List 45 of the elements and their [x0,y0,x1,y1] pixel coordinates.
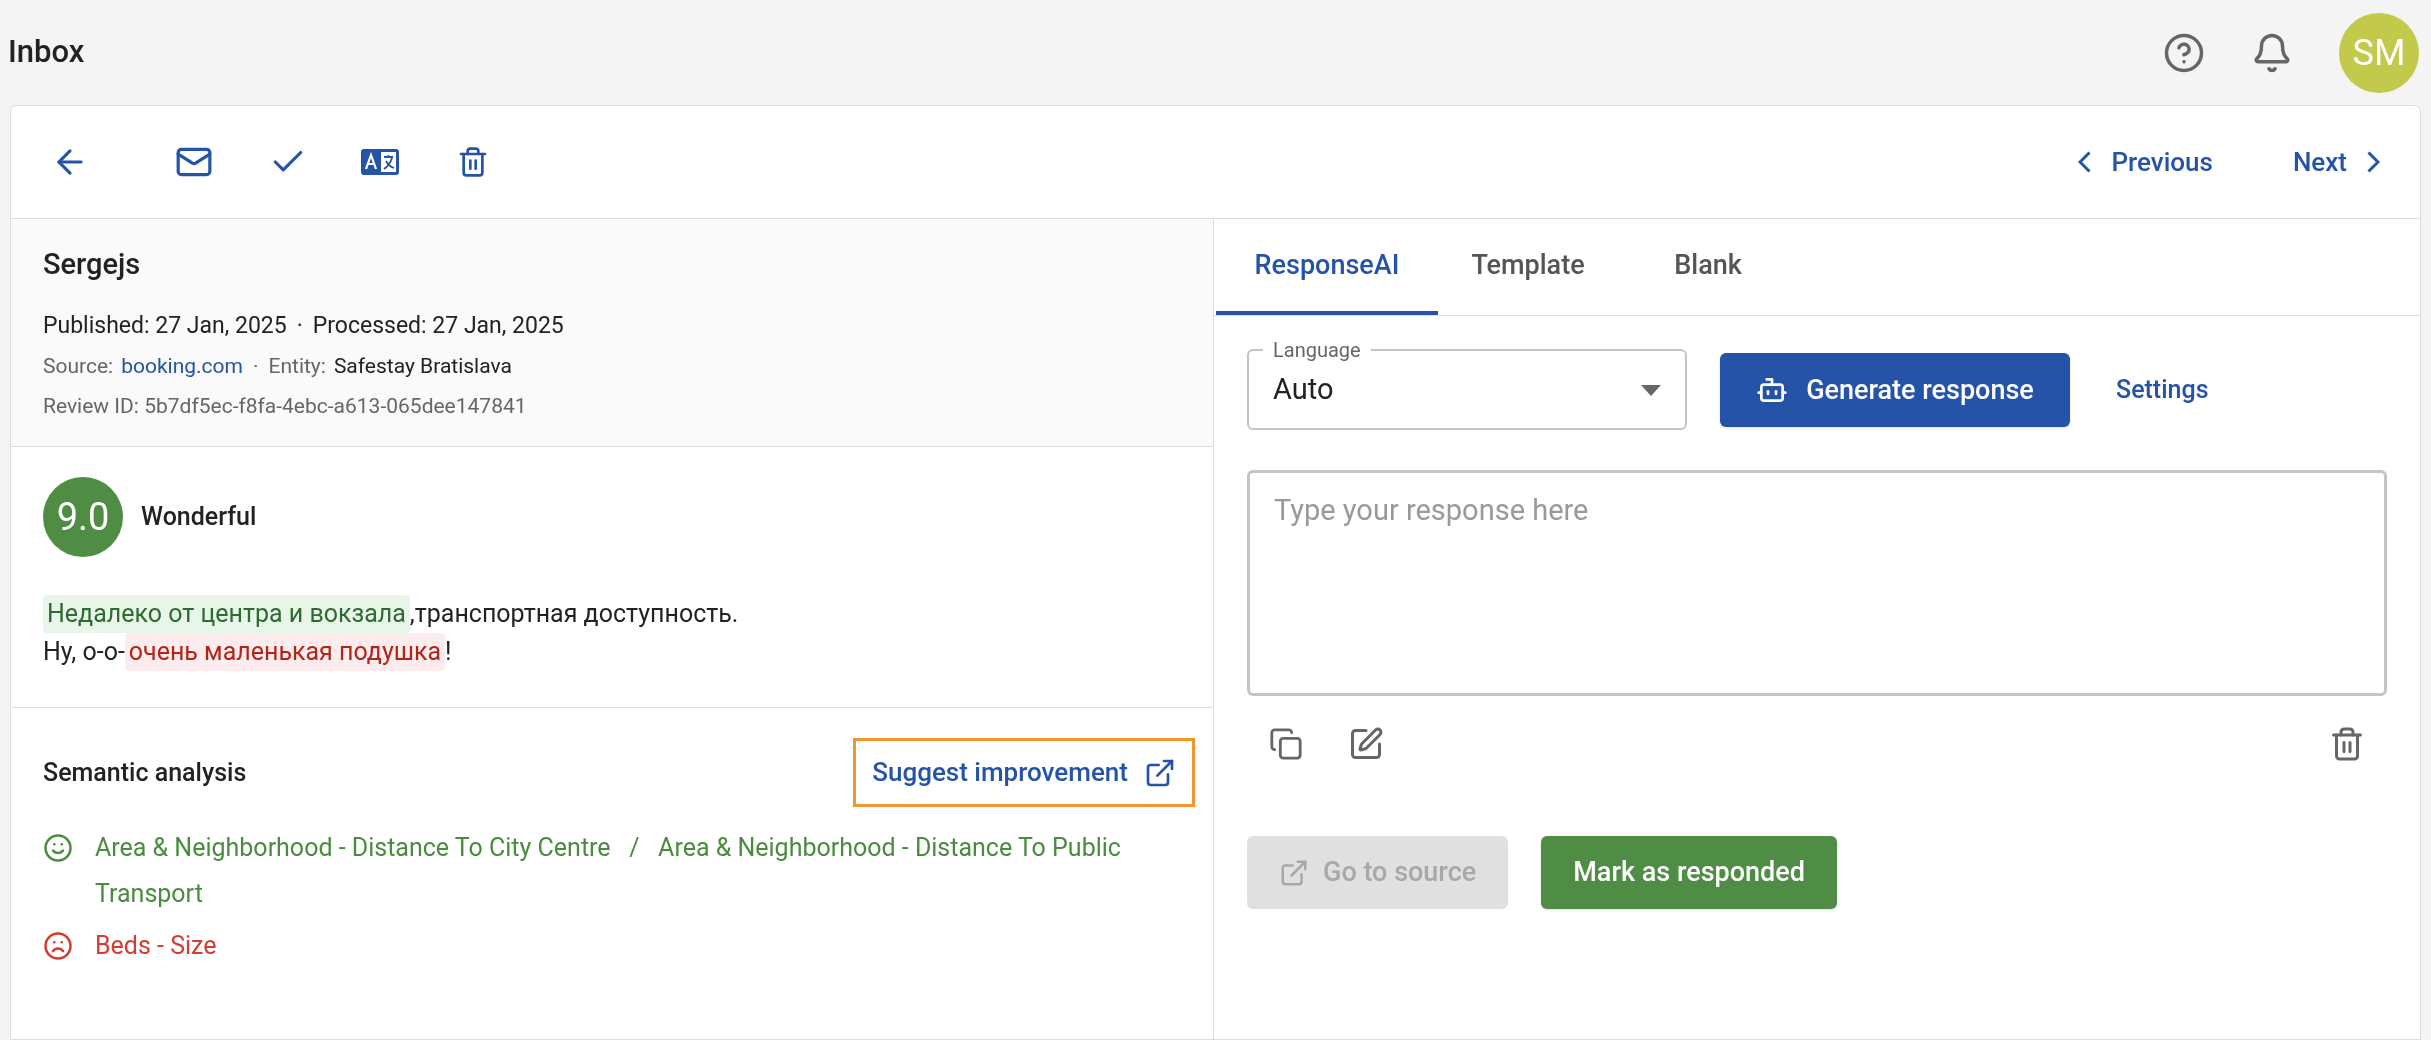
source-link[interactable]: booking.com [121,351,243,383]
response-field[interactable]: Type your response here [1247,470,2387,696]
review-text: Ну, о-о- [43,636,125,668]
next-button[interactable]: Next [2292,142,2380,182]
trash-icon[interactable] [2329,726,2365,762]
negative-highlight: очень маленькая подушка [124,633,446,671]
score-label: Wonderful [141,501,257,534]
smile-icon [43,833,73,863]
review-id: Review ID: 5b7df5ec-f8fa-4ebc-a613-065dee147841 [43,392,528,420]
separator-dot: · [253,353,259,380]
copy-icon[interactable] [1269,727,1303,761]
previous-button[interactable]: Previous [2078,142,2213,182]
tab[interactable]: ResponseAI [1216,219,1438,315]
language-value: Auto [1273,371,1334,409]
entity-name: Safestay Bratislava [333,353,512,380]
frown-icon [43,931,73,961]
suggest-improvement-link[interactable]: Suggest improvement [853,738,1195,807]
separator-dot: · [296,310,303,341]
reviewer-name: Sergejs [43,246,142,283]
mark-as-responded-button[interactable]: Mark as responded [1541,836,1837,909]
tab[interactable]: Template [1438,219,1618,315]
language-label: Language [1272,338,1362,362]
positive-highlight: Недалеко от центра и вокзала [43,595,410,633]
translate-icon[interactable] [361,149,399,175]
published-date: Published: 27 Jan, 2025 [43,310,287,341]
trash-icon[interactable] [457,146,489,178]
review-text: ! [445,636,452,668]
entity-label: Entity: [268,353,326,380]
dropdown-caret-icon [1641,384,1661,396]
topic-labels: Beds - Size [95,930,217,962]
score-badge: 9.0 [43,477,123,557]
settings-link[interactable]: Settings [2116,371,2209,409]
edit-icon[interactable] [1348,726,1384,762]
help-icon[interactable] [2163,31,2205,74]
chevron-left-icon [2078,151,2092,173]
topic-labels: Area & Neighborhood - Distance To City Centre / Area & Neighborhood - Distance To Public Transport [95,832,1122,910]
source-label: Source: [43,353,114,380]
external-link-icon [1279,857,1309,888]
review-text: ,транспортная доступность. [409,598,739,630]
generate-response-button[interactable]: Generate response [1720,353,2070,427]
processed-date: Processed: 27 Jan, 2025 [312,310,564,341]
section-title: Semantic analysis [43,756,247,789]
chevron-right-icon [2367,151,2380,173]
page-title: Inbox [8,32,85,73]
tab[interactable]: Blank [1618,219,1798,315]
